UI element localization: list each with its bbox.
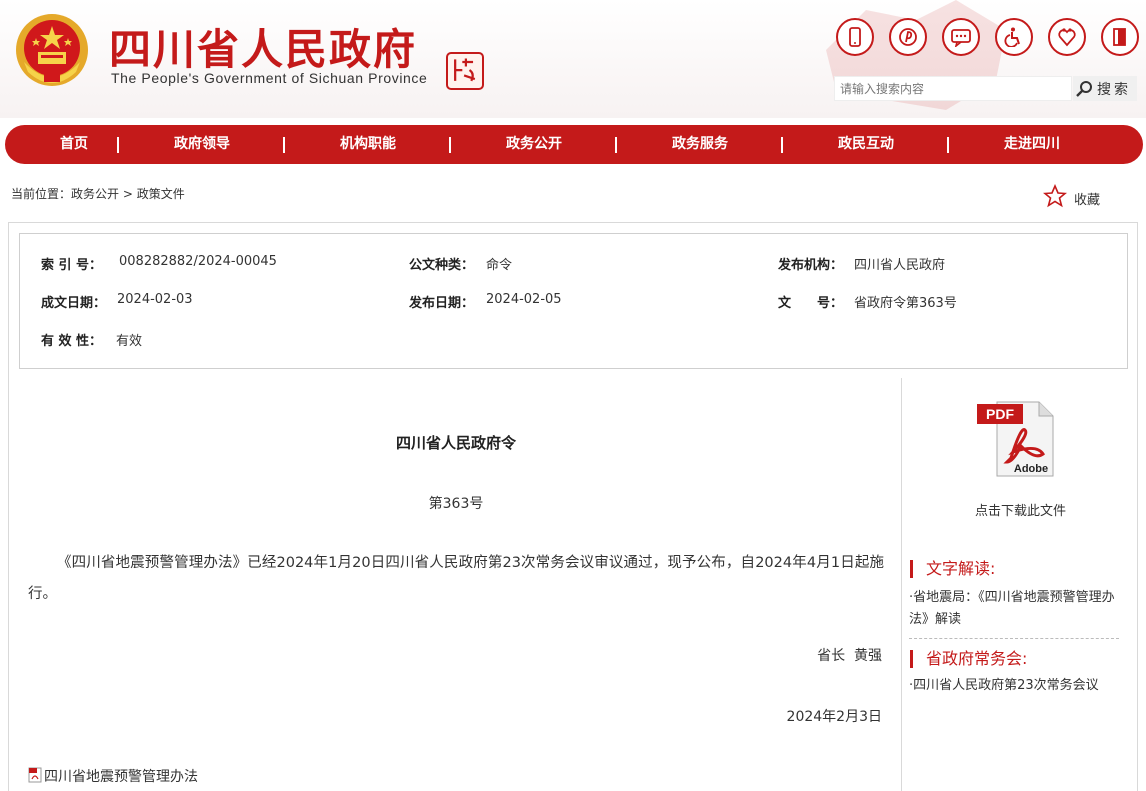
pdf-download-icon[interactable]: PDF Adobe <box>977 400 1055 478</box>
breadcrumb-link-open-government[interactable]: 政务公开 <box>71 187 119 201</box>
breadcrumb-link-policy-files[interactable]: 政策文件 <box>137 187 185 201</box>
meta-date-value: 2024-02-03 <box>117 292 193 307</box>
nav-item-services[interactable]: 政务服务 <box>661 125 739 164</box>
meta-type-label: 公文种类： <box>409 258 475 273</box>
search-button[interactable]: 搜索 <box>1073 76 1137 101</box>
svg-text:PDF: PDF <box>986 406 1014 422</box>
meta-validity-label: 有 效 性： <box>41 334 103 349</box>
accessibility-icon[interactable] <box>995 18 1033 56</box>
article-signature: 省长 黄强 <box>817 648 882 664</box>
mobile-icon[interactable] <box>836 18 874 56</box>
attachment-label: 四川省地震预警管理办法 <box>44 769 198 785</box>
search-box <box>834 76 1072 101</box>
nav-item-functions[interactable]: 机构职能 <box>329 125 407 164</box>
pdf-file-icon <box>28 767 42 783</box>
breadcrumb-separator: > <box>122 187 133 201</box>
nav-item-home[interactable]: 首页 <box>50 125 98 164</box>
header-icon-row <box>836 18 1139 58</box>
meta-type-value: 命令 <box>486 258 513 273</box>
site-subtitle: The People's Government of Sichuan Provi… <box>111 70 428 86</box>
breadcrumb-prefix: 当前位置： <box>11 187 72 201</box>
nav-separator <box>117 137 119 153</box>
meta-pubdate-label: 发布日期： <box>409 296 475 311</box>
seal-glyph-icon <box>454 58 476 82</box>
meta-docno-label: 文 号： <box>778 296 844 311</box>
favorite-label: 收藏 <box>1074 193 1101 208</box>
nav-separator <box>615 137 617 153</box>
nav-separator <box>781 137 783 153</box>
nav-item-open-government[interactable]: 政务公开 <box>495 125 573 164</box>
message-icon[interactable] <box>942 18 980 56</box>
nav-item-interaction[interactable]: 政民互动 <box>827 125 905 164</box>
nav-separator <box>947 137 949 153</box>
meta-pubdate-value: 2024-02-05 <box>486 292 562 307</box>
article-title: 四川省人民政府令 <box>395 434 516 452</box>
elderly-care-icon[interactable] <box>1048 18 1086 56</box>
national-emblem-icon <box>16 14 88 86</box>
nav-item-about-sichuan[interactable]: 走进四川 <box>993 125 1071 164</box>
search-button-label: 搜索 <box>1097 81 1131 98</box>
nav-separator <box>283 137 285 153</box>
meta-org-value: 四川省人民政府 <box>854 258 946 273</box>
search-icon <box>1076 81 1092 97</box>
weibo-icon[interactable] <box>889 18 927 56</box>
nav-item-leaders[interactable]: 政府领导 <box>163 125 241 164</box>
site-title: 四川省人民政府 <box>109 25 418 74</box>
meta-date-label: 成文日期： <box>41 296 107 311</box>
meta-org-label: 发布机构： <box>778 258 844 273</box>
meta-index-value: 008282882/2024-00045 <box>119 254 277 269</box>
download-file-link[interactable]: 点击下载此文件 <box>903 500 1138 519</box>
nav-separator <box>449 137 451 153</box>
breadcrumb: 当前位置：政务公开 > 政策文件 <box>11 185 185 202</box>
sidebar-link-executive-meeting[interactable]: ·四川省人民政府第23次常务会议 <box>909 675 1119 697</box>
meta-validity-value: 有效 <box>116 334 143 349</box>
sidebar-heading-executive-meeting: 省政府常务会: <box>910 650 1027 668</box>
exit-icon[interactable] <box>1101 18 1139 56</box>
star-icon <box>1043 184 1067 208</box>
article-number: 第363号 <box>428 496 484 512</box>
search-input[interactable] <box>835 77 1071 100</box>
svg-text:Adobe: Adobe <box>1014 463 1048 475</box>
main-nav: 首页 政府领导 机构职能 政务公开 政务服务 政民互动 走进四川 <box>5 125 1143 164</box>
sidebar-heading-interpretation: 文字解读: <box>910 560 995 578</box>
sidebar-divider <box>909 638 1119 639</box>
meta-docno-value: 省政府令第363号 <box>854 296 957 311</box>
article-date: 2024年2月3日 <box>786 709 882 725</box>
china-seal-logo <box>446 52 484 90</box>
sidebar-link-interpretation[interactable]: ·省地震局：《四川省地震预警管理办法》解读 <box>909 587 1119 631</box>
article-body: 《四川省地震预警管理办法》已经2024年1月20日四川省人民政府第23次常务会议… <box>28 555 884 602</box>
meta-index-label: 索 引 号： <box>41 258 103 273</box>
